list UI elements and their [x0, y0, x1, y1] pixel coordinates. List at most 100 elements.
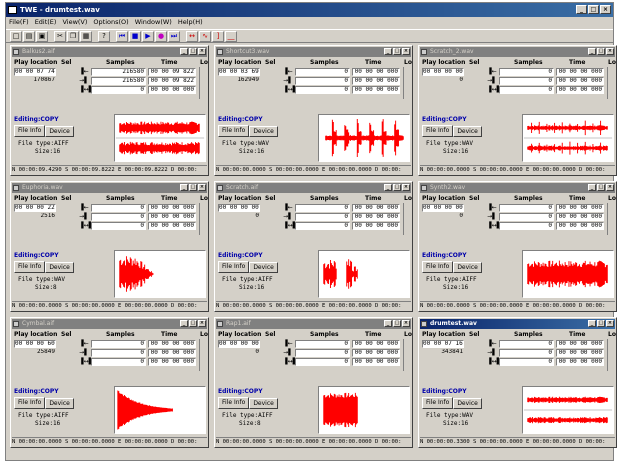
time-field[interactable]: 00 00 00 000: [352, 222, 400, 230]
sel-length-icon[interactable]: ▐↔▌: [487, 86, 501, 93]
sel-start-icon[interactable]: ▐←: [79, 68, 89, 75]
window-title-bar[interactable]: Scratch.aif _ □ ×: [216, 183, 411, 193]
play-samples-field[interactable]: 170867: [14, 77, 56, 85]
sample-field[interactable]: 0: [91, 213, 146, 221]
play-samples-field[interactable]: 0: [218, 349, 260, 357]
sel-end-icon[interactable]: →▌: [79, 77, 89, 84]
play-samples-field[interactable]: 2516: [14, 213, 56, 221]
time-field[interactable]: 00 00 00 000: [148, 222, 196, 230]
tab-file-info[interactable]: File Info: [14, 261, 46, 273]
sel-end-icon[interactable]: →▌: [283, 349, 293, 356]
close-button[interactable]: ×: [606, 48, 614, 55]
waveform-view[interactable]: [114, 386, 206, 434]
waveform-view[interactable]: [522, 114, 614, 162]
close-button[interactable]: ×: [198, 184, 206, 191]
waveform-view[interactable]: [522, 386, 614, 434]
time-field[interactable]: 00 00 09 822: [148, 68, 196, 76]
bracket-icon[interactable]: ]: [212, 30, 224, 42]
sample-field[interactable]: 0: [91, 358, 146, 366]
level-scrollbar[interactable]: [607, 339, 615, 371]
waveform-view[interactable]: [318, 386, 410, 434]
play-time-field[interactable]: 00 00 00 000: [218, 204, 260, 212]
time-field[interactable]: 00 00 00 000: [352, 358, 400, 366]
play-time-field[interactable]: 00 00 00 000: [422, 204, 464, 212]
new-file-icon[interactable]: □: [10, 30, 22, 42]
play-time-field[interactable]: 00 00 07 748: [14, 68, 56, 76]
waveform-view[interactable]: [114, 114, 206, 162]
menu-help[interactable]: Help(H): [178, 17, 203, 28]
tab-device[interactable]: Device: [249, 126, 278, 137]
tab-device[interactable]: Device: [453, 398, 482, 409]
skip-forward-icon[interactable]: ⏭: [168, 30, 180, 42]
sample-field[interactable]: 0: [91, 349, 146, 357]
sample-field[interactable]: 0: [499, 222, 554, 230]
minimize-button[interactable]: _: [576, 5, 587, 14]
time-field[interactable]: 00 00 00 000: [352, 86, 400, 94]
time-field[interactable]: 00 00 00 000: [556, 213, 604, 221]
menu-edit[interactable]: Edit(E): [35, 17, 57, 28]
menu-view[interactable]: View(V): [62, 17, 87, 28]
window-title-bar[interactable]: Synth2.wav _ □ ×: [420, 183, 615, 193]
maximize-button[interactable]: □: [189, 48, 197, 55]
time-field[interactable]: 00 00 00 000: [556, 349, 604, 357]
minimize-button[interactable]: _: [588, 320, 596, 327]
minimize-button[interactable]: _: [180, 48, 188, 55]
menu-window[interactable]: Window(W): [135, 17, 172, 28]
sample-field[interactable]: 0: [91, 340, 146, 348]
tab-file-info[interactable]: File Info: [14, 397, 46, 409]
minimize-button[interactable]: _: [588, 184, 596, 191]
time-field[interactable]: 00 00 00 000: [556, 204, 604, 212]
time-field[interactable]: 00 00 00 000: [148, 213, 196, 221]
time-field[interactable]: 00 00 00 000: [148, 86, 196, 94]
play-samples-field[interactable]: 25849: [14, 349, 56, 357]
close-button[interactable]: ×: [198, 48, 206, 55]
sample-field[interactable]: 216580: [91, 68, 146, 76]
waveform-view[interactable]: [318, 250, 410, 298]
stop-icon[interactable]: ■: [129, 30, 141, 42]
sample-field[interactable]: 0: [499, 86, 554, 94]
open-file-icon[interactable]: ▤: [23, 30, 35, 42]
time-field[interactable]: 00 00 00 000: [148, 349, 196, 357]
time-field[interactable]: 00 00 00 000: [352, 340, 400, 348]
sel-end-icon[interactable]: →▌: [79, 349, 89, 356]
tab-device[interactable]: Device: [453, 126, 482, 137]
sel-length-icon[interactable]: ▐↔▌: [79, 222, 93, 229]
sample-field[interactable]: 0: [499, 358, 554, 366]
minimize-button[interactable]: _: [384, 48, 392, 55]
play-icon[interactable]: ▶: [142, 30, 154, 42]
close-button[interactable]: ×: [198, 320, 206, 327]
play-time-field[interactable]: 00 00 03 694: [218, 68, 260, 76]
time-field[interactable]: 00 00 00 000: [556, 86, 604, 94]
level-scrollbar[interactable]: [199, 67, 207, 99]
minimize-button[interactable]: _: [588, 48, 596, 55]
sample-field[interactable]: 0: [295, 213, 350, 221]
window-title-bar[interactable]: Euphoria.wav _ □ ×: [12, 183, 207, 193]
maximize-button[interactable]: □: [393, 320, 401, 327]
time-field[interactable]: 00 00 00 000: [556, 77, 604, 85]
time-field[interactable]: 00 00 00 000: [352, 77, 400, 85]
time-field[interactable]: 00 00 00 000: [148, 340, 196, 348]
sample-field[interactable]: 0: [499, 68, 554, 76]
time-field[interactable]: 00 00 00 000: [556, 68, 604, 76]
window-title-bar[interactable]: Balkus2.aif _ □ ×: [12, 47, 207, 57]
tab-device[interactable]: Device: [249, 262, 278, 273]
record-icon[interactable]: ●: [155, 30, 167, 42]
play-samples-field[interactable]: 162949: [218, 77, 260, 85]
time-field[interactable]: 00 00 00 000: [148, 204, 196, 212]
tab-file-info[interactable]: File Info: [422, 125, 454, 137]
tab-file-info[interactable]: File Info: [218, 397, 250, 409]
play-samples-field[interactable]: 343841: [422, 349, 464, 357]
close-button[interactable]: ×: [606, 184, 614, 191]
play-samples-field[interactable]: 0: [422, 213, 464, 221]
maximize-button[interactable]: □: [597, 320, 605, 327]
menu-options[interactable]: Options(O): [93, 17, 128, 28]
sel-length-icon[interactable]: ▐↔▌: [487, 222, 501, 229]
play-time-field[interactable]: 00 00 00 000: [422, 68, 464, 76]
tab-device[interactable]: Device: [453, 262, 482, 273]
tab-file-info[interactable]: File Info: [218, 125, 250, 137]
window-title-bar[interactable]: Scratch_2.wav _ □ ×: [420, 47, 615, 57]
sample-field[interactable]: 0: [295, 349, 350, 357]
close-button[interactable]: ×: [402, 184, 410, 191]
maximize-button[interactable]: □: [393, 48, 401, 55]
skip-back-icon[interactable]: ⏮: [116, 30, 128, 42]
